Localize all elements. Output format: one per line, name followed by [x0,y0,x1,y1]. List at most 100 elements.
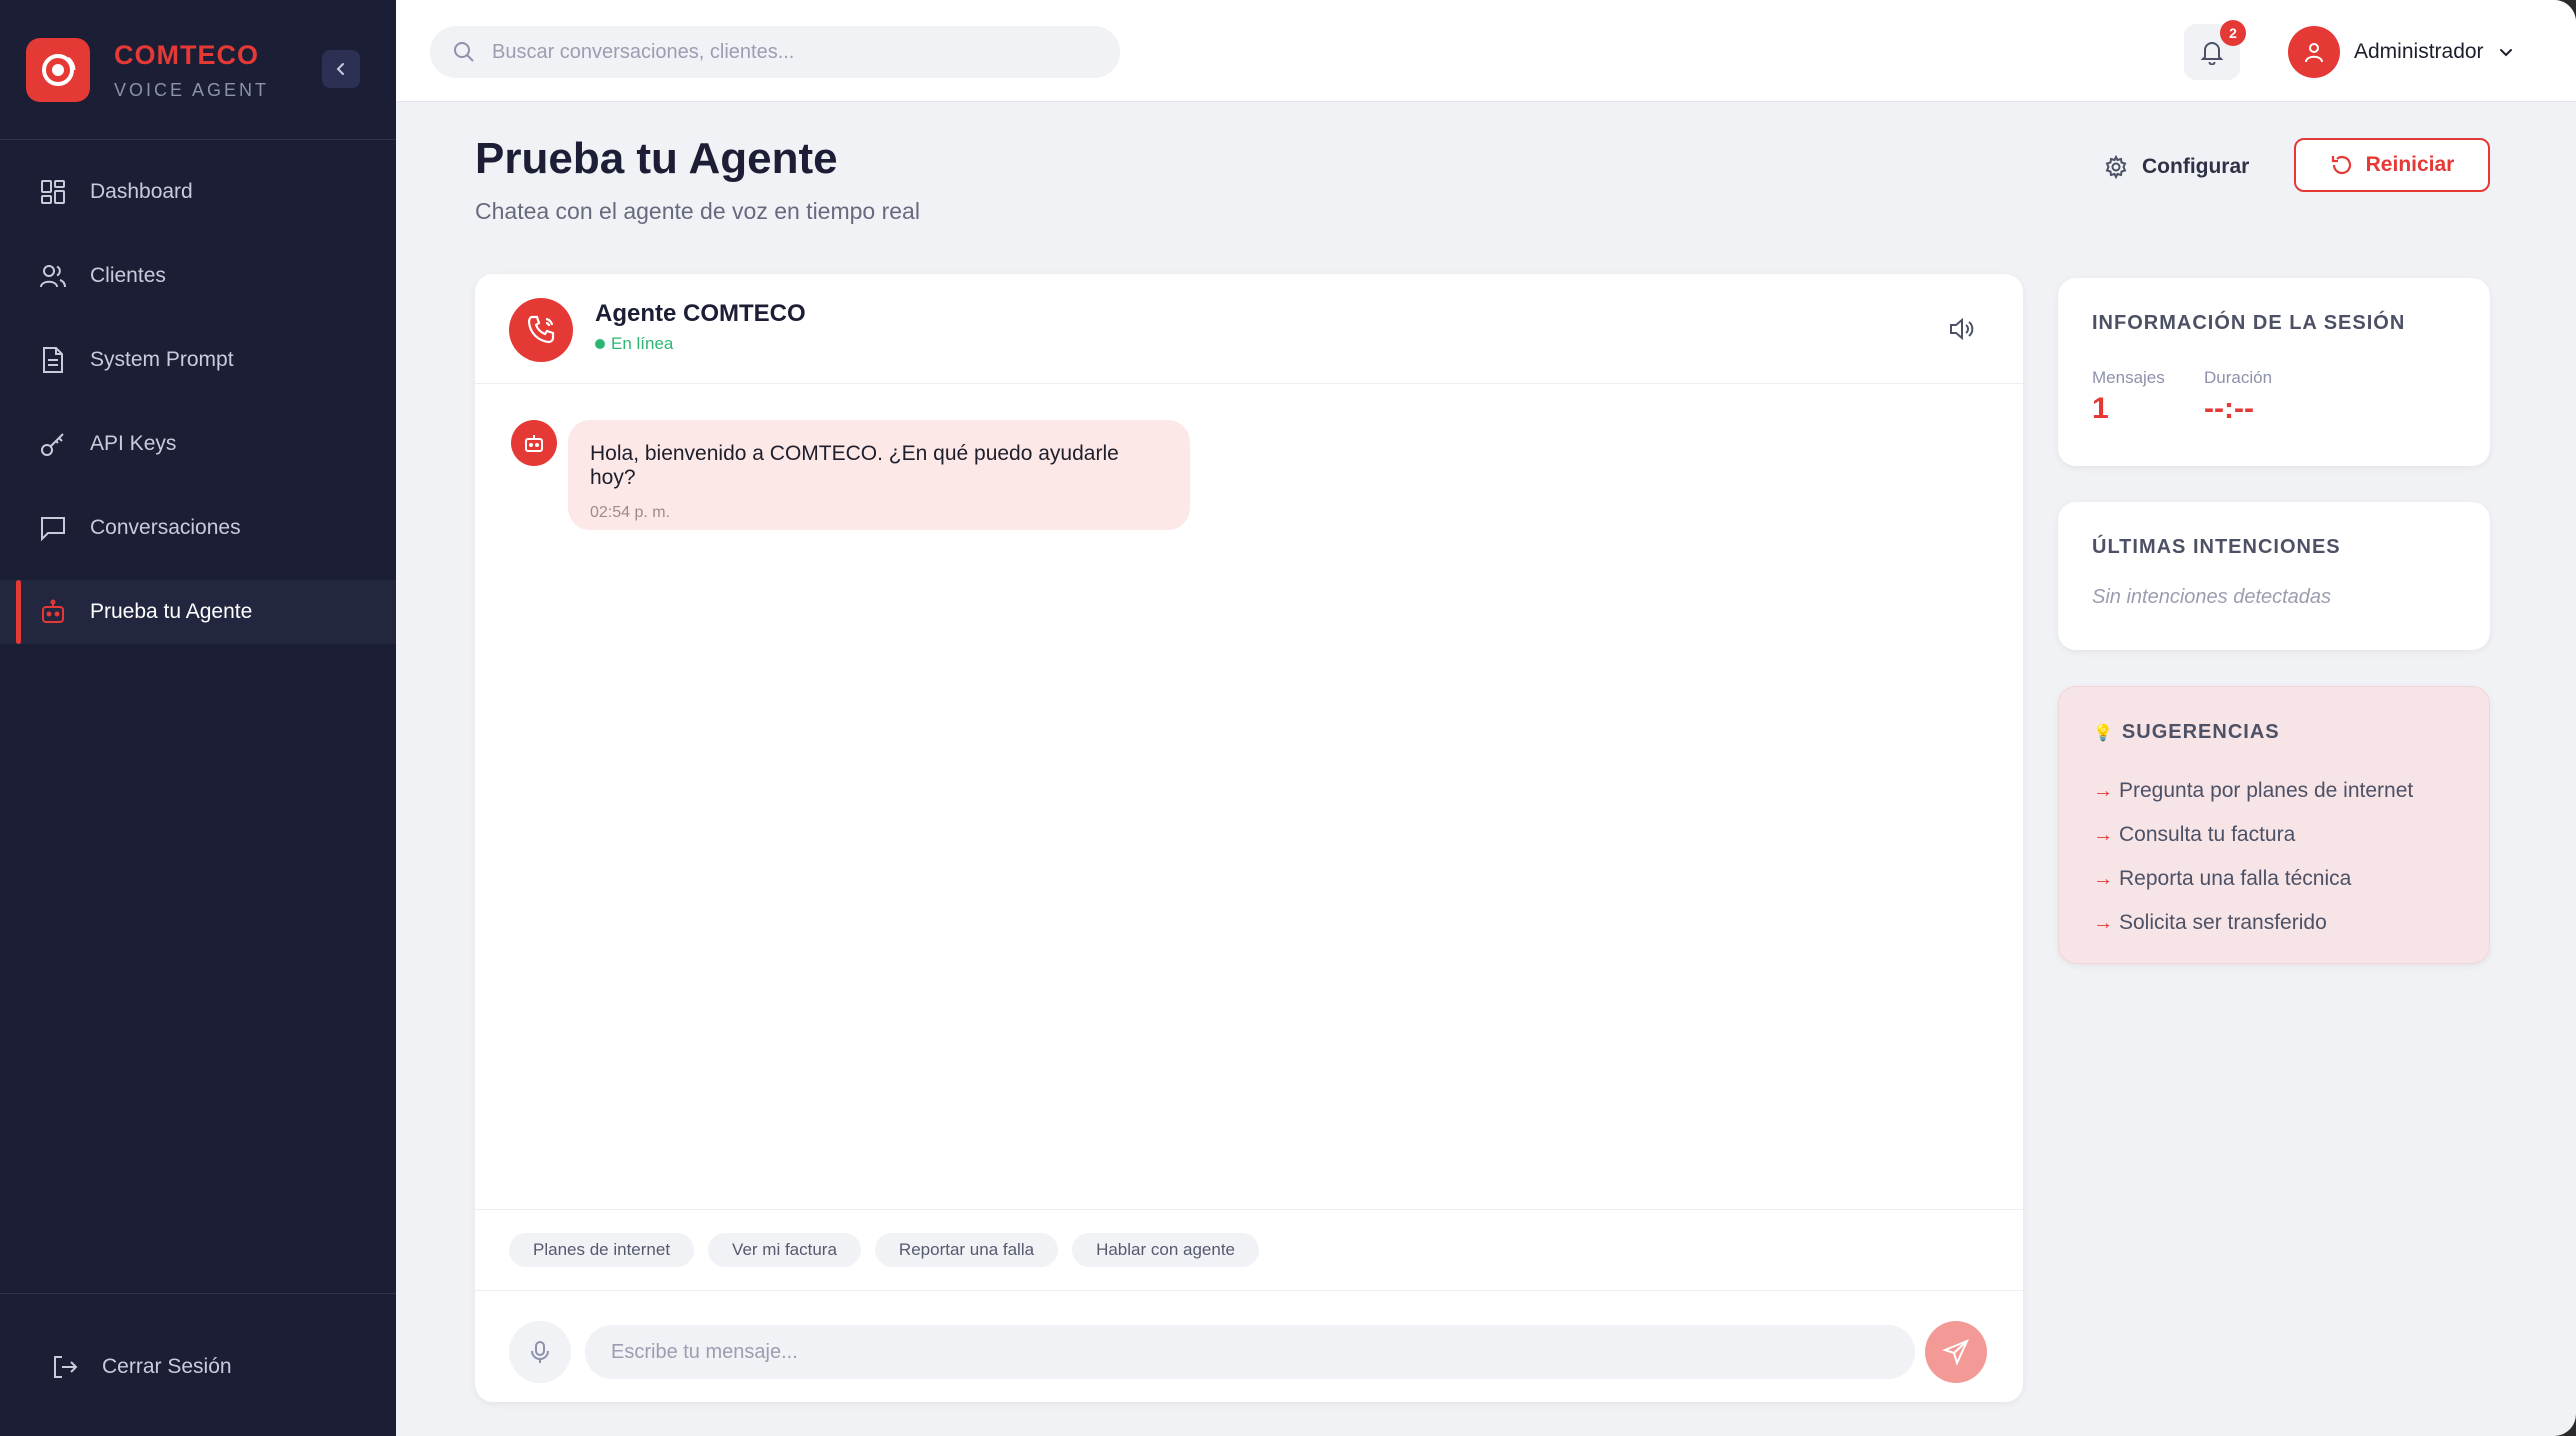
messages-label: Mensajes [2092,368,2165,387]
suggestions-list: → Pregunta por planes de internet → Consul… [2093,769,2413,945]
notification-count-badge: 2 [2220,20,2246,46]
session-info-card: INFORMACIÓN DE LA SESIÓN Mensajes 1 Dura… [2058,278,2490,466]
arrow-right-icon: → [2093,867,2113,890]
bell-icon [2200,42,2224,65]
bot-avatar-icon [511,420,557,466]
send-button[interactable] [1925,1321,1987,1383]
intents-card: ÚLTIMAS INTENCIONES Sin intenciones dete… [2058,502,2490,650]
sidebar-item-prueba-tu-agente[interactable]: Prueba tu Agente [0,580,396,644]
message-input[interactable] [585,1325,1915,1379]
chat-panel: Agente COMTECO En línea Hola, bienvenido… [475,274,2023,1402]
suggestions-card: 💡 SUGERENCIAS → Pregunta por planes de in… [2058,686,2490,964]
suggestion-item[interactable]: → Reporta una falla técnica [2093,857,2413,901]
intents-empty-text: Sin intenciones detectadas [2092,586,2332,608]
sidebar-item-label: Conversaciones [90,516,241,539]
arrow-right-icon: → [2093,911,2113,934]
user-name: Administrador [2354,40,2484,63]
reset-label: Reiniciar [2365,153,2455,176]
collapse-sidebar-button[interactable] [322,50,360,88]
topbar: 2 Administrador [396,0,2576,102]
chat-icon [38,513,68,543]
brand-title: COMTECO [114,40,259,70]
suggestion-item[interactable]: → Pregunta por planes de internet [2093,769,2413,813]
session-info-title: INFORMACIÓN DE LA SESIÓN [2092,312,2406,334]
sidebar-item-system-prompt[interactable]: System Prompt [0,328,396,392]
speaker-icon[interactable] [1947,314,1977,344]
suggestion-text: Reporta una falla técnica [2119,867,2352,890]
brand-header: COMTECO VOICE AGENT [0,0,396,140]
agent-message-bubble: Hola, bienvenido a COMTECO. ¿En qué pued… [568,420,1190,530]
quick-reply-chip[interactable]: Ver mi factura [708,1233,861,1267]
status-text: En línea [611,334,674,353]
sidebar-item-label: Dashboard [90,180,193,203]
brand-subtitle: VOICE AGENT [114,80,270,100]
sidebar-item-api-keys[interactable]: API Keys [0,412,396,476]
page-subtitle: Chatea con el agente de voz en tiempo re… [475,198,920,224]
sidebar-item-conversaciones[interactable]: Conversaciones [0,496,396,560]
sidebar-item-label: System Prompt [90,348,234,371]
key-icon [38,429,68,459]
sidebar-nav: Dashboard Clientes System Prompt API Key… [0,160,396,664]
document-icon [38,345,68,375]
agent-status: En línea [595,334,673,354]
chevron-left-icon [336,63,344,75]
sidebar-item-label: Clientes [90,264,166,287]
dashboard-icon [38,177,68,207]
suggestion-text: Consulta tu factura [2119,823,2296,846]
message-composer [475,1291,2023,1402]
phone-icon [509,298,573,362]
reset-button[interactable]: Reiniciar [2294,138,2490,192]
messages-value: 1 [2092,392,2109,425]
refresh-icon [2330,153,2354,177]
agent-name: Agente COMTECO [595,300,806,327]
lightbulb-icon: 💡 [2093,724,2114,742]
sidebar-item-label: API Keys [90,432,177,455]
message-time: 02:54 p. m. [590,504,671,521]
bot-icon [38,597,68,627]
arrow-right-icon: → [2093,779,2113,802]
suggestion-item[interactable]: → Solicita ser transferido [2093,901,2413,945]
quick-reply-chip[interactable]: Planes de internet [509,1233,695,1267]
sidebar-item-label: Prueba tu Agente [90,600,253,623]
suggestion-text: Solicita ser transferido [2119,911,2327,934]
user-menu[interactable]: Administrador [2288,26,2514,78]
chat-header: Agente COMTECO En línea [475,274,2023,384]
status-dot [595,339,605,349]
suggestions-title-text: SUGERENCIAS [2121,721,2280,743]
message-text: Hola, bienvenido a COMTECO. ¿En qué pued… [590,442,1119,489]
duration-value: --:-- [2204,392,2254,425]
configure-button[interactable]: Configurar [2104,142,2249,192]
sidebar: COMTECO VOICE AGENT Dashboard Clientes S… [0,0,396,1436]
page-title: Prueba tu Agente [475,134,838,183]
send-icon [1942,1339,1969,1366]
users-icon [38,261,68,291]
user-icon [2305,43,2323,63]
logo-icon [26,38,90,102]
logout-button[interactable]: Cerrar Sesión [50,1352,232,1382]
microphone-button[interactable] [509,1321,571,1383]
chevron-down-icon [2498,44,2514,60]
search-input[interactable] [492,40,1092,64]
sidebar-item-dashboard[interactable]: Dashboard [0,160,396,224]
microphone-icon [531,1341,549,1363]
quick-replies: Planes de internet Ver mi factura Report… [475,1209,2023,1291]
suggestion-text: Pregunta por planes de internet [2119,779,2414,802]
search-bar[interactable] [430,26,1120,78]
sidebar-footer: Cerrar Sesión [0,1293,396,1436]
logout-icon [50,1352,80,1382]
avatar [2288,26,2340,78]
arrow-right-icon: → [2093,823,2113,846]
logout-label: Cerrar Sesión [102,1355,232,1378]
quick-reply-chip[interactable]: Reportar una falla [874,1233,1059,1267]
suggestions-title: 💡 SUGERENCIAS [2093,721,2280,744]
duration-label: Duración [2204,368,2273,387]
search-icon [454,42,474,62]
notifications-button[interactable]: 2 [2184,20,2246,80]
gear-icon [2104,155,2128,179]
suggestion-item[interactable]: → Consulta tu factura [2093,813,2413,857]
intents-title: ÚLTIMAS INTENCIONES [2092,536,2341,558]
quick-reply-chip[interactable]: Hablar con agente [1072,1233,1259,1267]
configure-label: Configurar [2142,155,2250,178]
sidebar-item-clientes[interactable]: Clientes [0,244,396,308]
app-window: COMTECO VOICE AGENT Dashboard Clientes S… [0,0,2576,1436]
